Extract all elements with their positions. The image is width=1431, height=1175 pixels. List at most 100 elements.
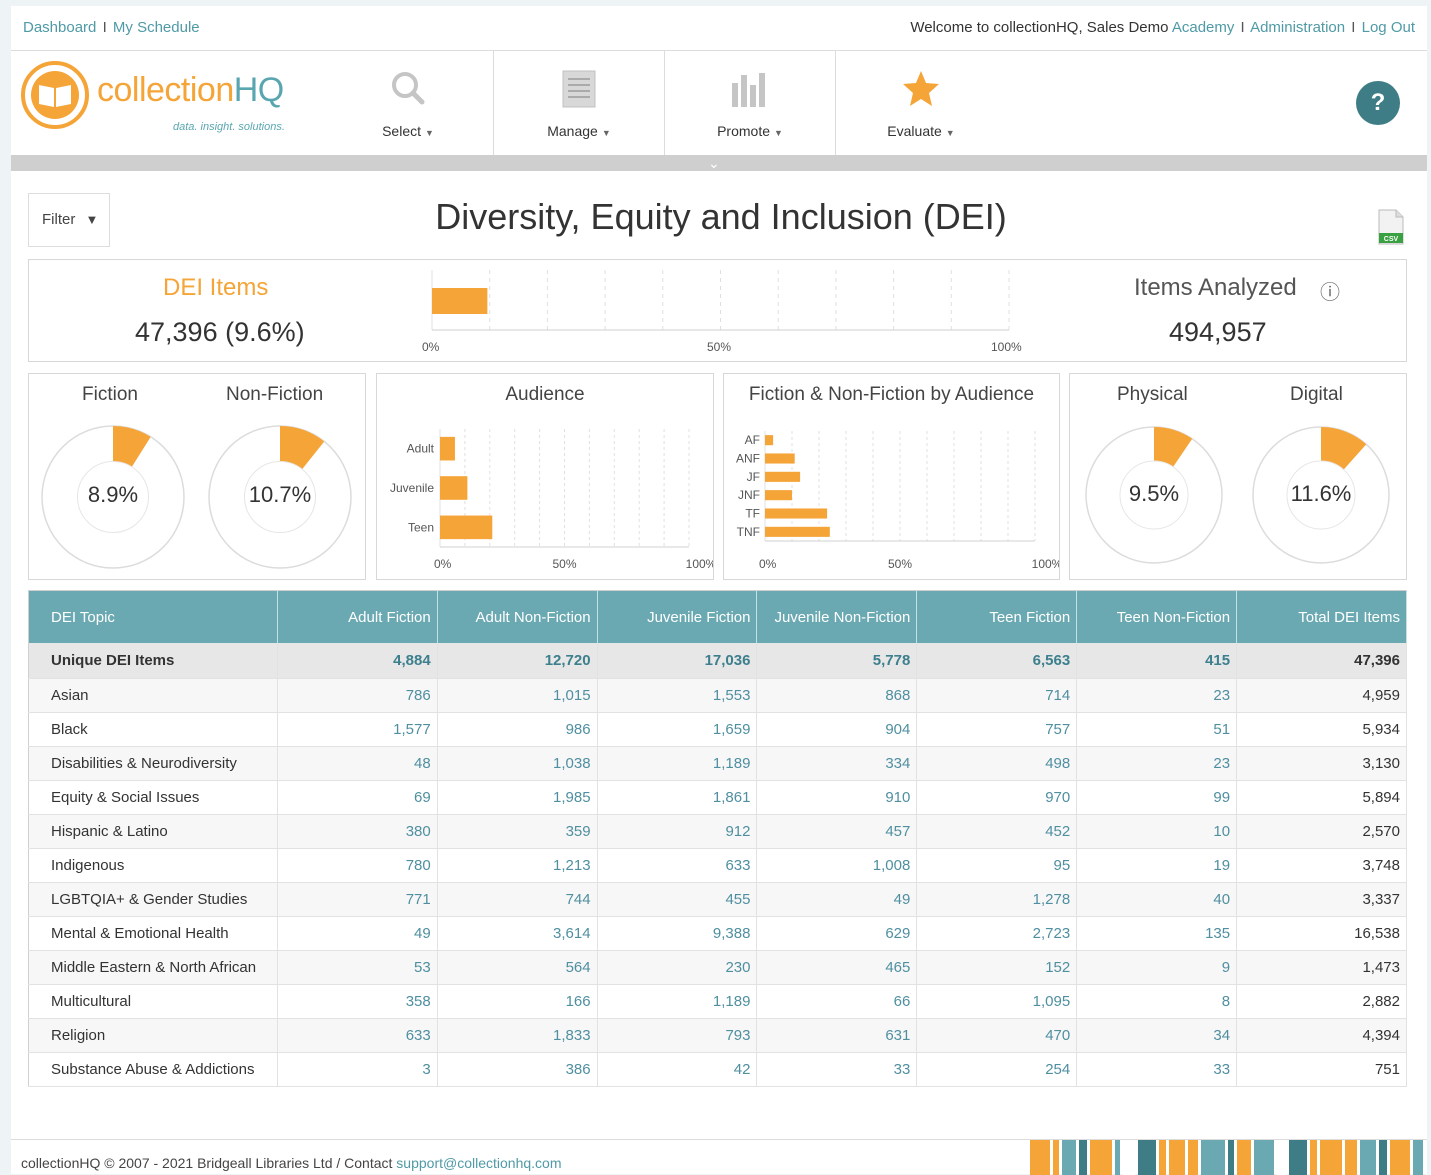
table-cell[interactable]: 780 (277, 848, 438, 883)
table-cell[interactable]: 2,723 (916, 916, 1078, 951)
table-cell[interactable]: 40 (1076, 882, 1238, 917)
table-cell[interactable]: 69 (277, 780, 438, 815)
table-cell[interactable]: 1,189 (597, 746, 758, 781)
table-cell[interactable]: 3 (277, 1052, 438, 1087)
table-cell[interactable]: 6,563 (916, 643, 1078, 679)
table-cell[interactable]: 986 (437, 712, 598, 747)
academy-link[interactable]: Academy (1172, 19, 1235, 36)
table-cell[interactable]: 1,213 (437, 848, 598, 883)
col-header-adult-nonfiction[interactable]: Adult Non-Fiction (437, 590, 598, 643)
table-cell[interactable]: 1,008 (756, 848, 918, 883)
table-cell[interactable]: 633 (277, 1018, 438, 1053)
nav-manage[interactable]: Manage ▼ (494, 51, 664, 155)
nav-evaluate[interactable]: Evaluate ▼ (836, 51, 1006, 155)
table-cell[interactable]: 1,278 (916, 882, 1078, 917)
info-icon[interactable]: ⓘ (1320, 276, 1340, 305)
table-cell[interactable]: 452 (916, 814, 1078, 849)
table-cell[interactable]: 9,388 (597, 916, 758, 951)
table-cell[interactable]: 1,659 (597, 712, 758, 747)
table-cell[interactable]: 23 (1076, 746, 1238, 781)
logout-link[interactable]: Log Out (1362, 19, 1415, 36)
col-header-topic[interactable]: DEI Topic (28, 590, 278, 643)
table-cell[interactable]: 48 (277, 746, 438, 781)
table-cell[interactable]: 10 (1076, 814, 1238, 849)
table-cell[interactable]: 904 (756, 712, 918, 747)
table-cell[interactable]: 334 (756, 746, 918, 781)
csv-download-icon[interactable]: CSV (1377, 209, 1405, 245)
table-cell[interactable]: 633 (597, 848, 758, 883)
table-cell[interactable]: 99 (1076, 780, 1238, 815)
table-cell[interactable]: 910 (756, 780, 918, 815)
table-cell[interactable]: 17,036 (597, 643, 758, 679)
table-cell[interactable]: 465 (756, 950, 918, 985)
table-cell[interactable]: 5,778 (756, 643, 918, 679)
table-cell[interactable]: 1,015 (437, 678, 598, 713)
table-cell[interactable]: 1,861 (597, 780, 758, 815)
table-cell[interactable]: 793 (597, 1018, 758, 1053)
table-cell[interactable]: 358 (277, 984, 438, 1019)
nav-promote[interactable]: Promote ▼ (665, 51, 835, 155)
table-cell[interactable]: 135 (1076, 916, 1238, 951)
table-cell[interactable]: 166 (437, 984, 598, 1019)
table-cell[interactable]: 470 (916, 1018, 1078, 1053)
col-header-juvenile-fiction[interactable]: Juvenile Fiction (597, 590, 758, 643)
table-cell[interactable]: 9 (1076, 950, 1238, 985)
nav-select[interactable]: Select ▼ (323, 51, 493, 155)
table-cell[interactable]: 53 (277, 950, 438, 985)
table-cell[interactable]: 51 (1076, 712, 1238, 747)
col-header-adult-fiction[interactable]: Adult Fiction (277, 590, 438, 643)
table-cell[interactable]: 786 (277, 678, 438, 713)
table-cell[interactable]: 380 (277, 814, 438, 849)
table-cell[interactable]: 415 (1076, 643, 1238, 679)
table-cell[interactable]: 714 (916, 678, 1078, 713)
table-cell[interactable]: 1,577 (277, 712, 438, 747)
table-cell[interactable]: 33 (756, 1052, 918, 1087)
table-cell[interactable]: 1,038 (437, 746, 598, 781)
collectionhq-logo[interactable]: collectionHQ data. insight. solutions. (21, 61, 311, 141)
table-cell[interactable]: 757 (916, 712, 1078, 747)
col-header-juvenile-nonfiction[interactable]: Juvenile Non-Fiction (756, 590, 918, 643)
table-cell[interactable]: 23 (1076, 678, 1238, 713)
table-cell[interactable]: 4,884 (277, 643, 438, 679)
dashboard-link[interactable]: Dashboard (23, 19, 96, 36)
table-cell[interactable]: 34 (1076, 1018, 1238, 1053)
filter-button[interactable]: Filter ▼ (28, 193, 110, 247)
my-schedule-link[interactable]: My Schedule (113, 19, 200, 36)
table-cell[interactable]: 629 (756, 916, 918, 951)
table-cell[interactable]: 12,720 (437, 643, 598, 679)
collapse-bar[interactable]: ⌄ (11, 155, 1427, 171)
table-cell[interactable]: 33 (1076, 1052, 1238, 1087)
table-cell[interactable]: 49 (277, 916, 438, 951)
table-cell[interactable]: 3,614 (437, 916, 598, 951)
table-cell[interactable]: 868 (756, 678, 918, 713)
table-cell[interactable]: 19 (1076, 848, 1238, 883)
table-cell[interactable]: 359 (437, 814, 598, 849)
table-cell[interactable]: 912 (597, 814, 758, 849)
help-button[interactable]: ? (1356, 81, 1400, 125)
table-cell[interactable]: 254 (916, 1052, 1078, 1087)
table-cell[interactable]: 564 (437, 950, 598, 985)
col-header-teen-fiction[interactable]: Teen Fiction (916, 590, 1078, 643)
table-cell[interactable]: 1,553 (597, 678, 758, 713)
table-cell[interactable]: 1,833 (437, 1018, 598, 1053)
table-cell[interactable]: 230 (597, 950, 758, 985)
table-cell[interactable]: 1,985 (437, 780, 598, 815)
table-cell[interactable]: 771 (277, 882, 438, 917)
table-cell[interactable]: 498 (916, 746, 1078, 781)
table-cell[interactable]: 42 (597, 1052, 758, 1087)
table-cell[interactable]: 152 (916, 950, 1078, 985)
table-cell[interactable]: 1,095 (916, 984, 1078, 1019)
table-cell[interactable]: 457 (756, 814, 918, 849)
table-cell[interactable]: 744 (437, 882, 598, 917)
support-email-link[interactable]: support@collectionhq.com (396, 1155, 561, 1171)
col-header-teen-nonfiction[interactable]: Teen Non-Fiction (1076, 590, 1238, 643)
table-cell[interactable]: 49 (756, 882, 918, 917)
col-header-total[interactable]: Total DEI Items (1236, 590, 1407, 643)
table-cell[interactable]: 455 (597, 882, 758, 917)
table-cell[interactable]: 970 (916, 780, 1078, 815)
table-cell[interactable]: 1,189 (597, 984, 758, 1019)
table-cell[interactable]: 8 (1076, 984, 1238, 1019)
table-cell[interactable]: 95 (916, 848, 1078, 883)
table-cell[interactable]: 631 (756, 1018, 918, 1053)
administration-link[interactable]: Administration (1250, 19, 1345, 36)
